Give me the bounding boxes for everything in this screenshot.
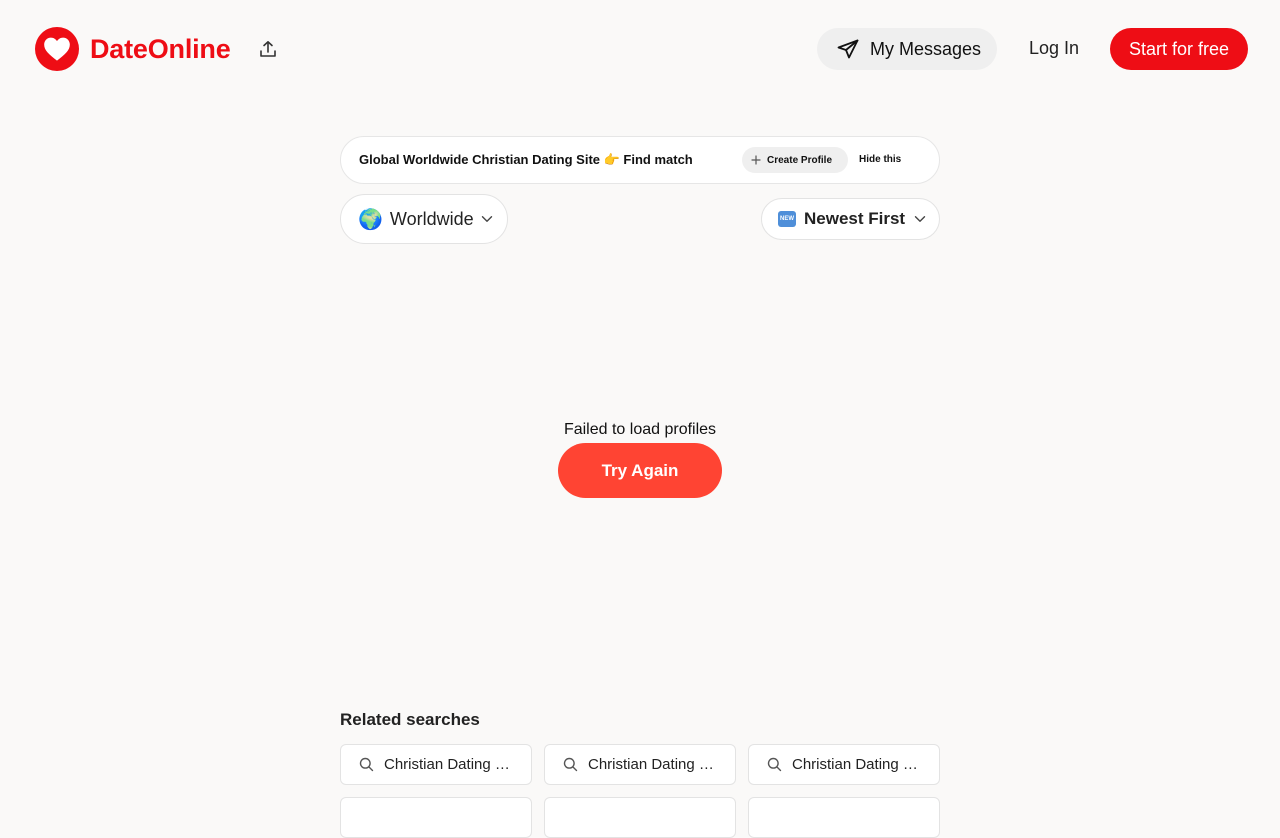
- related-search-item-partial[interactable]: [340, 797, 532, 838]
- brand-logo[interactable]: DateOnline: [35, 27, 231, 71]
- search-icon: [767, 757, 782, 772]
- sort-dropdown[interactable]: NEW Newest First: [761, 198, 940, 240]
- login-link[interactable]: Log In: [1029, 38, 1079, 59]
- try-again-button[interactable]: Try Again: [558, 443, 722, 498]
- location-filter-label: Worldwide: [389, 208, 474, 229]
- create-profile-button[interactable]: Create Profile: [742, 147, 848, 173]
- chevron-down-icon: [481, 216, 492, 222]
- location-filter-dropdown[interactable]: 🌍 Worldwide: [340, 194, 508, 244]
- related-search-label: Christian Dating …: [792, 756, 918, 773]
- error-message: Failed to load profiles: [563, 421, 717, 438]
- share-upload-icon: [260, 41, 276, 57]
- related-search-item-partial[interactable]: [748, 797, 940, 838]
- new-badge-icon: NEW: [778, 211, 796, 227]
- related-searches-heading: Related searches: [340, 710, 480, 729]
- hide-banner-button[interactable]: Hide this: [859, 154, 901, 165]
- my-messages-button[interactable]: My Messages: [817, 28, 997, 70]
- search-icon: [563, 757, 578, 772]
- related-search-item[interactable]: Christian Dating …: [544, 744, 736, 785]
- plus-icon: [751, 155, 761, 165]
- start-for-free-button[interactable]: Start for free: [1110, 28, 1248, 70]
- my-messages-label: My Messages: [870, 38, 982, 59]
- create-profile-label: Create Profile: [767, 154, 833, 166]
- banner-text: Global Worldwide Christian Dating Site 👉…: [359, 152, 693, 167]
- share-button[interactable]: [256, 37, 280, 61]
- globe-icon: 🌍: [358, 208, 383, 231]
- related-search-label: Christian Dating …: [588, 756, 714, 773]
- top-header: DateOnline My Messages Log In Start for …: [0, 0, 1280, 98]
- heart-icon: [35, 27, 79, 71]
- related-search-item[interactable]: Christian Dating …: [340, 744, 532, 785]
- brand-name: DateOnline: [90, 33, 231, 64]
- search-icon: [359, 757, 374, 772]
- related-search-label: Christian Dating …: [384, 756, 510, 773]
- chevron-down-icon: [914, 216, 926, 222]
- related-search-item[interactable]: Christian Dating …: [748, 744, 940, 785]
- promo-banner: Global Worldwide Christian Dating Site 👉…: [340, 136, 940, 184]
- related-searches-list: Christian Dating … Christian Dating … Ch…: [340, 744, 940, 838]
- paper-plane-icon: [837, 39, 859, 59]
- related-search-item-partial[interactable]: [544, 797, 736, 838]
- sort-label: Newest First: [804, 209, 906, 228]
